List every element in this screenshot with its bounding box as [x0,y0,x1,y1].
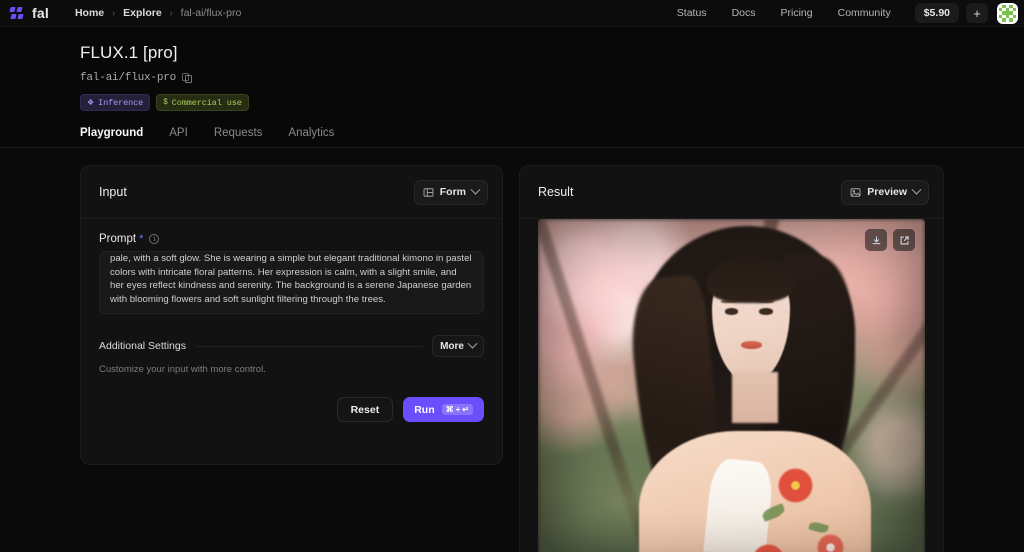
result-panel-title: Result [538,185,574,199]
nav-link-docs[interactable]: Docs [721,3,767,23]
result-panel: Result Preview [519,165,944,552]
result-image-actions [865,229,915,251]
result-view-mode-dropdown[interactable]: Preview [841,179,929,205]
dollar-icon: $ [163,98,168,107]
breadcrumb-item-model[interactable]: fal-ai/flux-pro [181,7,242,19]
shortcut-modifier: ⌘ [445,405,454,414]
result-image[interactable] [538,219,925,552]
input-panel-body: Prompt * i natural makeup. She has long,… [81,219,502,422]
nav-link-status[interactable]: Status [666,3,718,23]
breadcrumb-separator: › [169,8,173,18]
tab-analytics[interactable]: Analytics [288,127,334,148]
page-title: FLUX.1 [pro] [80,43,178,62]
input-panel: Input Form Prompt * i pale, with a soft … [80,165,503,465]
prompt-label: Prompt [99,233,137,245]
download-button[interactable] [865,229,887,251]
tab-requests[interactable]: Requests [214,127,263,148]
nav-link-pricing[interactable]: Pricing [770,3,824,23]
prompt-text: natural makeup. She has long, silky blac… [110,253,472,305]
prompt-label-row: Prompt * i [99,233,484,245]
tab-api[interactable]: API [169,127,188,148]
shortcut-plus: + [455,405,461,414]
add-credits-button[interactable]: + [966,3,988,23]
status-badge-inference: ❖ Inference [80,94,151,111]
inference-icon: ❖ [87,98,95,108]
additional-settings-row: Additional Settings More [99,335,484,357]
more-label: More [440,340,464,352]
additional-settings-more-button[interactable]: More [432,335,484,357]
chevron-down-icon [911,184,922,195]
badge-label: Inference [98,97,144,108]
breadcrumb: Home › Explore › fal-ai/flux-pro [75,7,241,19]
account-balance-chip[interactable]: $5.90 [914,3,959,23]
run-shortcut-chip: ⌘ + ↵ [441,404,473,415]
result-panel-header: Result Preview [520,166,943,218]
app-root: fal Home › Explore › fal-ai/flux-pro Sta… [0,0,1024,552]
fal-logo-icon [9,6,25,20]
layout-panel-icon [423,187,434,198]
input-actions: Reset Run ⌘ + ↵ [99,397,484,422]
panels-row: Input Form Prompt * i pale, with a soft … [0,148,1024,552]
status-badge-commercial: $ Commercial use [156,94,249,111]
copy-icon[interactable] [182,72,193,84]
divider [195,345,423,347]
result-panel-body [520,219,943,552]
chevron-down-icon [470,184,481,195]
badge-label: Commercial use [171,97,242,108]
breadcrumb-item-home[interactable]: Home [75,7,104,19]
reset-button[interactable]: Reset [336,397,394,422]
nav-link-community[interactable]: Community [827,3,902,23]
expand-button[interactable] [893,229,915,251]
model-id-text: fal-ai/flux-pro [80,72,177,84]
model-id-row: fal-ai/flux-pro [80,72,1024,84]
breadcrumb-item-explore[interactable]: Explore [123,7,162,19]
top-navigation-bar: fal Home › Explore › fal-ai/flux-pro Sta… [0,0,1024,27]
input-view-mode-dropdown[interactable]: Form [413,179,488,205]
shortcut-key: ↵ [462,405,469,414]
prompt-input[interactable]: natural makeup. She has long, silky blac… [99,251,484,314]
run-label: Run [414,403,435,416]
nav-right-group: Status Docs Pricing Community $5.90 + [666,2,1018,24]
logo-text: fal [32,5,49,21]
required-marker: * [139,232,144,245]
tab-bar: Playground API Requests Analytics [0,127,1024,148]
avatar[interactable] [997,2,1018,24]
image-vignette [538,219,925,552]
main-content: Input Form Prompt * i pale, with a soft … [0,148,1024,552]
image-icon [850,187,861,198]
result-view-mode-label: Preview [867,186,907,198]
run-button[interactable]: Run ⌘ + ↵ [403,397,484,422]
logo-home-link[interactable]: fal [9,5,49,21]
input-panel-header: Input Form [81,166,502,218]
input-view-mode-label: Form [439,186,466,198]
info-icon[interactable]: i [149,234,160,244]
input-panel-title: Input [99,185,127,199]
additional-settings-description: Customize your input with more control. [99,364,266,375]
additional-settings-label: Additional Settings [99,340,186,352]
tab-playground[interactable]: Playground [76,127,147,148]
chevron-down-icon [467,338,478,349]
model-badges: ❖ Inference $ Commercial use [80,94,1024,111]
model-header: FLUX.1 [pro] fal-ai/flux-pro ❖ Inference… [0,27,1024,111]
breadcrumb-separator: › [112,8,116,18]
